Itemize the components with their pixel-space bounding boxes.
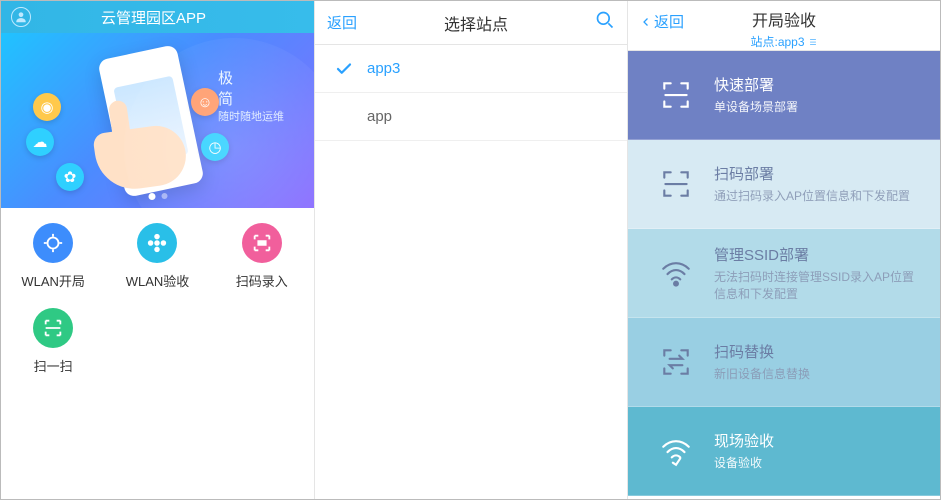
app-header: 云管理园区APP [1, 1, 314, 33]
carousel-dots[interactable] [148, 193, 167, 200]
site-header: 返回 选择站点 [315, 1, 627, 45]
page-title: 开局验收 [752, 7, 816, 31]
bubble-icon: ◷ [201, 133, 229, 161]
site-row[interactable]: app3 [315, 45, 627, 93]
site-name: app3 [367, 60, 400, 77]
card-title: 扫码部署 [714, 163, 920, 184]
grid-label: WLAN开局 [1, 271, 105, 290]
card-sub: 通过扫码录入AP位置信息和下发配置 [714, 188, 920, 204]
card-onsite-verify[interactable]: 现场验收设备验收 [628, 407, 940, 496]
card-scan-replace[interactable]: 扫码替换新旧设备信息替换 [628, 318, 940, 407]
bubble-icon: ☁ [26, 128, 54, 156]
card-title: 扫码替换 [714, 341, 920, 362]
grid-label: WLAN验收 [105, 271, 209, 290]
list-icon [808, 37, 818, 47]
barcode-icon [242, 223, 282, 263]
grid-wlan-verify[interactable]: WLAN验收 [105, 223, 209, 290]
search-icon[interactable] [595, 10, 615, 35]
card-scan-deploy[interactable]: 扫码部署通过扫码录入AP位置信息和下发配置 [628, 140, 940, 229]
bubble-icon: ✿ [56, 163, 84, 191]
card-sub: 无法扫码时连接管理SSID录入AP位置信息和下发配置 [714, 269, 920, 301]
page-title: 选择站点 [444, 11, 508, 35]
site-name: app [367, 108, 392, 125]
back-button[interactable]: 返回 [640, 11, 684, 32]
site-subtitle[interactable]: 站点:app3 [750, 33, 817, 50]
card-ssid-deploy[interactable]: 管理SSID部署无法扫码时连接管理SSID录入AP位置信息和下发配置 [628, 229, 940, 318]
check-icon [333, 58, 355, 80]
grid-wlan-start[interactable]: WLAN开局 [1, 223, 105, 290]
wifi-icon [652, 256, 700, 290]
grid-label: 扫一扫 [1, 356, 105, 375]
qr-icon [33, 308, 73, 348]
check-icon [333, 106, 355, 128]
card-sub: 单设备场景部署 [714, 99, 920, 115]
flower-icon [137, 223, 177, 263]
card-quick-deploy[interactable]: 快速部署单设备场景部署 [628, 51, 940, 140]
back-button[interactable]: 返回 [327, 12, 357, 33]
swap-icon [652, 345, 700, 379]
card-sub: 设备验收 [714, 455, 920, 471]
card-title: 快速部署 [714, 74, 920, 95]
grid-label: 扫码录入 [210, 271, 314, 290]
wifi-check-icon [652, 434, 700, 468]
avatar-icon[interactable] [11, 7, 31, 27]
card-title: 现场验收 [714, 430, 920, 451]
feature-grid: WLAN开局 WLAN验收 扫码录入 扫一扫 [1, 208, 314, 393]
bubble-icon: ◉ [33, 93, 61, 121]
scan-frame-icon [652, 78, 700, 112]
grid-scan[interactable]: 扫一扫 [1, 308, 105, 375]
card-title: 管理SSID部署 [714, 244, 920, 265]
bubble-icon: ☺ [191, 88, 219, 116]
scan-icon [33, 223, 73, 263]
hero-banner[interactable]: ◉ ☁ ✿ ☺ ◷ 极 简 随时随地运维 [1, 33, 314, 208]
verify-header: 返回 开局验收 站点:app3 [628, 1, 940, 51]
grid-scan-entry[interactable]: 扫码录入 [210, 223, 314, 290]
hero-tagline: 极 简 随时随地运维 [218, 68, 284, 125]
hand-illustration [92, 122, 189, 194]
scan-frame-icon [652, 167, 700, 201]
site-row[interactable]: app [315, 93, 627, 141]
app-title: 云管理园区APP [101, 7, 206, 28]
card-sub: 新旧设备信息替换 [714, 366, 920, 382]
